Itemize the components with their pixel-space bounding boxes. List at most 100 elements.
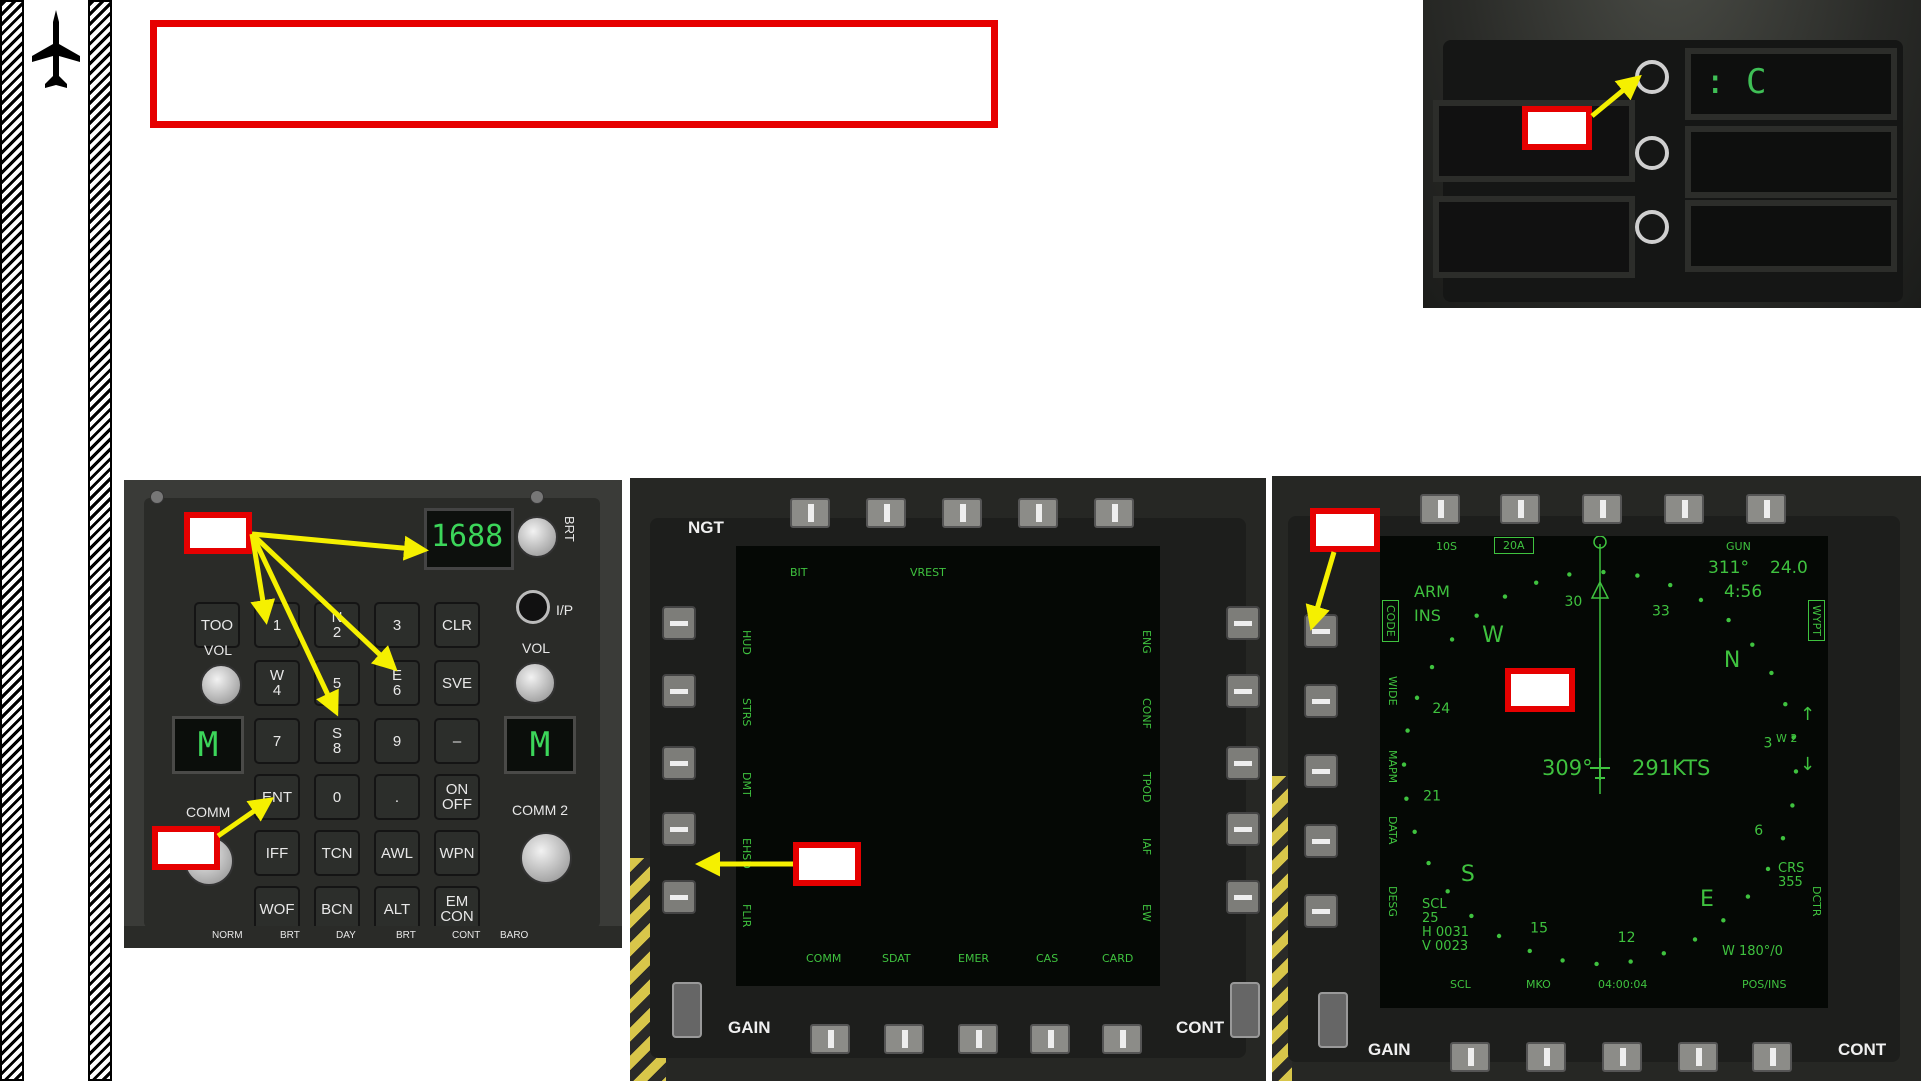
mfd-bottom-label: CARD bbox=[1102, 952, 1134, 965]
osb-left-5[interactable] bbox=[662, 880, 696, 914]
compass-tick bbox=[1765, 866, 1771, 872]
compass-tick bbox=[1469, 913, 1474, 919]
compass-tick bbox=[1726, 617, 1731, 623]
osb-top-5[interactable] bbox=[1094, 498, 1134, 528]
osb-left-1-code[interactable] bbox=[1304, 614, 1338, 648]
bottom-label-baro: BARO bbox=[500, 930, 529, 941]
compass-tick bbox=[1780, 836, 1786, 841]
osb-left-5[interactable] bbox=[1304, 894, 1338, 928]
mfd-right-label: CONF bbox=[1140, 698, 1153, 729]
ufc-key[interactable]: 9 bbox=[374, 718, 420, 764]
osb-right-2[interactable] bbox=[1226, 674, 1260, 708]
osb-bottom-5[interactable] bbox=[1752, 1042, 1792, 1072]
osb-bottom-1[interactable] bbox=[1450, 1042, 1490, 1072]
compass-tick bbox=[1502, 594, 1508, 599]
mfd-left-label: FLIR bbox=[740, 904, 753, 928]
gain-rocker[interactable] bbox=[672, 982, 702, 1038]
ehsd-wide-label: WIDE bbox=[1386, 676, 1399, 706]
ufc-key[interactable]: – bbox=[434, 718, 480, 764]
callout-ufc-keys bbox=[184, 512, 252, 554]
cont-rocker[interactable] bbox=[1230, 982, 1260, 1038]
ufc-key[interactable]: 3 bbox=[374, 602, 420, 648]
comm2-channel-display: M bbox=[504, 716, 576, 774]
gain-label: GAIN bbox=[728, 1018, 771, 1037]
vol-left-label: VOL bbox=[204, 642, 233, 658]
compass-tick bbox=[1527, 948, 1532, 954]
osb-right-5[interactable] bbox=[1226, 880, 1260, 914]
compass-tick bbox=[1790, 803, 1795, 808]
ehsd-dctr-label: DCTR bbox=[1810, 886, 1823, 917]
gain-rocker[interactable] bbox=[1318, 992, 1348, 1048]
osb-bottom-4[interactable] bbox=[1030, 1024, 1070, 1054]
ehsd-ins-label: INS bbox=[1414, 606, 1441, 625]
osb-left-1[interactable] bbox=[662, 606, 696, 640]
compass-tick bbox=[1601, 569, 1606, 575]
osb-left-3[interactable] bbox=[662, 746, 696, 780]
osb-bottom-2[interactable] bbox=[884, 1024, 924, 1054]
brt-knob[interactable] bbox=[516, 516, 558, 558]
osb-top-1[interactable] bbox=[790, 498, 830, 528]
osb-bottom-2[interactable] bbox=[1526, 1042, 1566, 1072]
ufc-key[interactable]: WPN bbox=[434, 830, 480, 876]
ehsd-wind: W 180°/0 bbox=[1722, 944, 1783, 959]
ufc-key[interactable]: 7 bbox=[254, 718, 300, 764]
ip-button[interactable] bbox=[516, 590, 550, 624]
compass-label: N bbox=[1724, 648, 1740, 673]
mfd-right-label: TPOD bbox=[1140, 772, 1153, 803]
ufc-key[interactable]: W 4 bbox=[254, 660, 300, 706]
comm2-label: COMM 2 bbox=[512, 802, 568, 818]
osb-bottom-4[interactable] bbox=[1678, 1042, 1718, 1072]
ufc-key[interactable]: E 6 bbox=[374, 660, 420, 706]
osb-bottom-3[interactable] bbox=[1602, 1042, 1642, 1072]
compass-tick bbox=[1426, 860, 1431, 866]
ufc-key[interactable]: N 2 bbox=[314, 602, 360, 648]
osb-bottom-5[interactable] bbox=[1102, 1024, 1142, 1054]
ufc-key[interactable]: 0 bbox=[314, 774, 360, 820]
osb-top-2[interactable] bbox=[866, 498, 906, 528]
vol-left-knob[interactable] bbox=[200, 664, 242, 706]
ehsd-heading: 311° bbox=[1708, 558, 1749, 578]
osb-top-4[interactable] bbox=[1664, 494, 1704, 524]
osb-top-4[interactable] bbox=[1018, 498, 1058, 528]
ufc-key[interactable]: ENT bbox=[254, 774, 300, 820]
osb-right-4[interactable] bbox=[1226, 812, 1260, 846]
osb-left-4[interactable] bbox=[1304, 824, 1338, 858]
osb-top-5[interactable] bbox=[1746, 494, 1786, 524]
osb-top-3[interactable] bbox=[942, 498, 982, 528]
ufc-key[interactable]: 1 bbox=[254, 602, 300, 648]
ufc-key[interactable]: IFF bbox=[254, 830, 300, 876]
compass-tick bbox=[1412, 829, 1417, 835]
compass-tick bbox=[1405, 728, 1410, 733]
osb-left-2[interactable] bbox=[662, 674, 696, 708]
osb-left-2[interactable] bbox=[1304, 684, 1338, 718]
ufc-key[interactable]: 5 bbox=[314, 660, 360, 706]
osb-top-1[interactable] bbox=[1420, 494, 1460, 524]
ufc-key[interactable]: . bbox=[374, 774, 420, 820]
compass-tick bbox=[1635, 573, 1640, 578]
ufc-key[interactable]: TCN bbox=[314, 830, 360, 876]
compass-label: 24 bbox=[1432, 701, 1450, 717]
osb-right-3[interactable] bbox=[1226, 746, 1260, 780]
ufc-key[interactable]: SVE bbox=[434, 660, 480, 706]
compass-label: 15 bbox=[1530, 921, 1548, 937]
mfd-bottom-label: EMER bbox=[958, 952, 990, 965]
vol-right-knob[interactable] bbox=[514, 662, 556, 704]
ufc-key[interactable]: AWL bbox=[374, 830, 420, 876]
ufc-key[interactable]: S 8 bbox=[314, 718, 360, 764]
osb-right-1[interactable] bbox=[1226, 606, 1260, 640]
ehsd-up-arrow-icon[interactable]: ↑ bbox=[1800, 704, 1815, 725]
compass-tick bbox=[1429, 664, 1435, 670]
osb-top-2[interactable] bbox=[1500, 494, 1540, 524]
osb-left-4-ehsd[interactable] bbox=[662, 812, 696, 846]
compass-tick bbox=[1692, 937, 1698, 942]
comm2-knob[interactable] bbox=[520, 832, 572, 884]
osb-bottom-1[interactable] bbox=[810, 1024, 850, 1054]
ehsd-down-arrow-icon[interactable]: ↓ bbox=[1800, 754, 1815, 775]
ufc-key[interactable]: ON OFF bbox=[434, 774, 480, 820]
osb-left-3[interactable] bbox=[1304, 754, 1338, 788]
ehsd-waypoint-number: W 2 bbox=[1776, 732, 1798, 745]
ehsd-bottom-label: POS/INS bbox=[1742, 978, 1787, 991]
ufc-key[interactable]: CLR bbox=[434, 602, 480, 648]
osb-bottom-3[interactable] bbox=[958, 1024, 998, 1054]
osb-top-3[interactable] bbox=[1582, 494, 1622, 524]
